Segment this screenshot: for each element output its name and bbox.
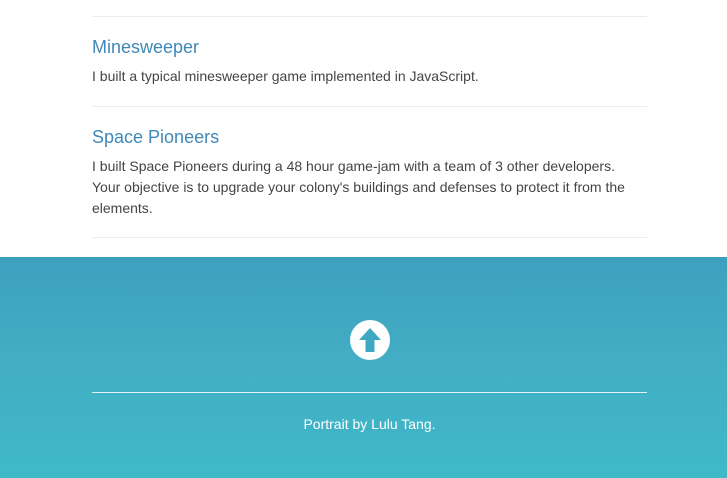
divider [92,237,647,238]
description-line: elements. [92,200,153,216]
project-description: I built a typical minesweeper game imple… [92,68,479,84]
footer-credit: Portrait by Lulu Tang. [303,416,436,432]
projects-section: Minesweeper I built a typical minesweepe… [92,0,647,238]
project-description: I built Space Pioneers during a 48 hour … [92,156,647,219]
description-line: Your objective is to upgrade your colony… [92,179,625,195]
footer: Portrait by Lulu Tang. [0,257,727,478]
project-title[interactable]: Minesweeper [92,36,647,58]
scroll-to-top-button[interactable] [350,320,390,360]
project-minesweeper: Minesweeper I built a typical minesweepe… [92,17,647,87]
project-title[interactable]: Space Pioneers [92,126,647,148]
project-space-pioneers: Space Pioneers I built Space Pioneers du… [92,107,647,219]
page: Minesweeper I built a typical minesweepe… [0,0,727,478]
description-line: I built Space Pioneers during a 48 hour … [92,158,615,174]
footer-divider [92,392,647,393]
arrow-up-circle-icon [359,328,381,352]
